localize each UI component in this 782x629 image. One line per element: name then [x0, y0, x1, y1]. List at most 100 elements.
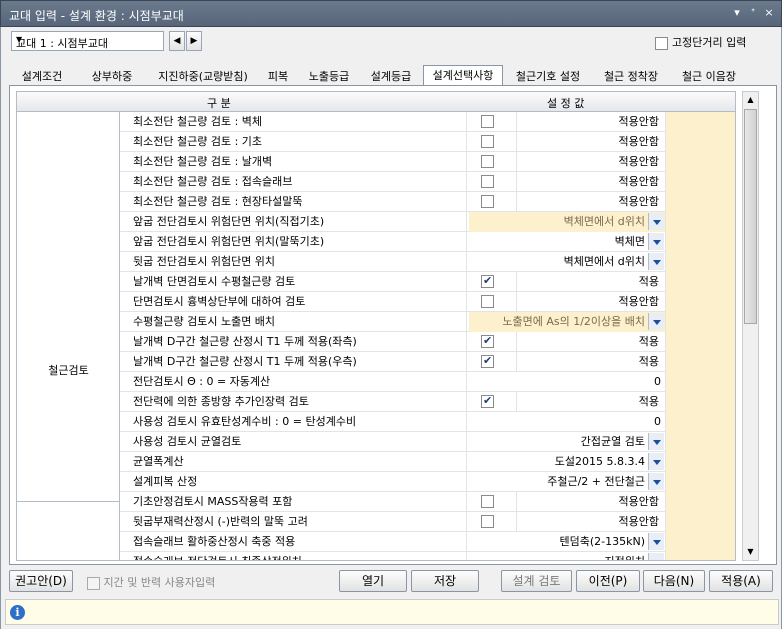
scroll-up-icon[interactable]: ▲: [743, 92, 758, 108]
vertical-scrollbar[interactable]: ▲ ▼: [742, 91, 759, 561]
tab-3[interactable]: 지진하중(교량받침): [150, 68, 256, 86]
row-extra-cell: [665, 172, 735, 192]
row-number-input[interactable]: 0: [469, 412, 665, 432]
row-checkbox[interactable]: [481, 115, 494, 128]
dropdown-icon[interactable]: ▾: [730, 5, 744, 21]
chevron-down-icon[interactable]: [648, 313, 664, 330]
grid-header: 구 분 설 정 값: [17, 92, 735, 112]
tab-7[interactable]: 설계선택사항: [423, 65, 503, 87]
row-checkbox[interactable]: [481, 495, 494, 508]
grid-row: 최소전단 철근량 검토 : 날개벽 적용안함: [17, 152, 735, 172]
apply-button[interactable]: 적용(A): [709, 570, 773, 592]
fixed-distance-toggle[interactable]: 고정단거리 입력: [651, 34, 746, 50]
row-check-cell: [469, 192, 517, 212]
grid-row: 균열폭계산 도설2015 5.8.3.4: [17, 452, 735, 472]
row-value: 간접균열 검토: [580, 435, 645, 448]
row-label: 앞굽 전단검토시 위험단면 위치(말뚝기초): [121, 232, 467, 252]
chevron-down-icon[interactable]: [648, 473, 664, 490]
chevron-down-icon[interactable]: [648, 533, 664, 550]
row-dropdown[interactable]: 벽체면에서 d위치: [469, 212, 665, 232]
tab-8[interactable]: 철근기호 설정: [505, 68, 591, 86]
row-label: 사용성 검토시 균열검토: [121, 432, 467, 452]
tab-9[interactable]: 철근 정착장: [593, 68, 669, 86]
row-checkbox[interactable]: [481, 274, 494, 288]
row-check-cell: [469, 332, 517, 352]
row-dropdown[interactable]: 텐덤축(2-135kN): [469, 532, 665, 552]
row-number-input[interactable]: 0: [469, 372, 665, 392]
row-label: 뒷굽부재력산정시 (-)반력의 말뚝 고려: [121, 512, 467, 532]
tab-panel: 구 분 설 정 값 최소전단 철근량 검토 : 벽체 적용안함최소전단 철근량 검…: [9, 85, 777, 565]
tab-5[interactable]: 노출등급: [299, 68, 359, 86]
row-checkbox[interactable]: [481, 175, 494, 188]
row-dropdown[interactable]: 도설2015 5.8.3.4: [469, 452, 665, 472]
next-abutment-button[interactable]: ▶: [186, 31, 202, 51]
chevron-down-icon[interactable]: [648, 453, 664, 470]
row-dropdown[interactable]: 주철근/2 + 전단철근: [469, 472, 665, 492]
row-value: 벽체면: [614, 235, 645, 248]
tab-6[interactable]: 설계등급: [363, 68, 419, 86]
row-label: 최소전단 철근량 검토 : 현장타설말뚝: [121, 192, 467, 212]
grid-row: 기초안정검토시 MASS작용력 포함 적용안함: [17, 492, 735, 512]
row-dropdown[interactable]: 벽체면에서 d위치: [469, 252, 665, 272]
row-value: 적용안함: [618, 515, 659, 528]
row-dropdown[interactable]: 지점위치: [469, 552, 665, 560]
row-extra-cell: [665, 132, 735, 152]
row-label: 기초안정검토시 MASS작용력 포함: [121, 492, 467, 512]
row-dropdown[interactable]: 노출면에 As의 1/2이상을 배치: [469, 312, 665, 332]
chevron-down-icon[interactable]: [648, 213, 664, 230]
row-dropdown[interactable]: 간접균열 검토: [469, 432, 665, 452]
tab-10[interactable]: 철근 이음장: [671, 68, 747, 86]
next-button[interactable]: 다음(N): [643, 570, 705, 592]
row-checkbox[interactable]: [481, 135, 494, 148]
row-extra-cell: [665, 212, 735, 232]
grid-row: 최소전단 철근량 검토 : 벽체 적용안함: [17, 112, 735, 132]
grid-row: 수평철근량 검토시 노출면 배치 노출면에 As의 1/2이상을 배치: [17, 312, 735, 332]
abutment-selector[interactable]: 교대 1 : 시점부교대 ▼: [11, 31, 164, 51]
scroll-thumb[interactable]: [744, 109, 757, 324]
row-extra-cell: [665, 412, 735, 432]
pin-icon[interactable]: ᐩ: [746, 5, 760, 21]
chevron-down-icon[interactable]: [648, 253, 664, 270]
window-body: 교대 1 : 시점부교대 ▼ ◀ ▶ 고정단거리 입력 설계조건 상부하중 지진하중…: [0, 27, 782, 629]
row-label: 접속슬래브 전단검토시 최종상전위치: [121, 552, 467, 560]
row-value: 적용: [638, 335, 659, 348]
row-checkbox[interactable]: [481, 334, 494, 348]
row-extra-cell: [665, 492, 735, 512]
chevron-down-icon[interactable]: [648, 433, 664, 450]
recommend-button[interactable]: 권고안(D): [9, 570, 73, 592]
row-check-cell: [469, 272, 517, 292]
row-extra-cell: [665, 332, 735, 352]
chevron-down-icon: ▼: [16, 35, 23, 44]
tab-2[interactable]: 상부하중: [77, 68, 147, 86]
prev-abutment-button[interactable]: ◀: [169, 31, 185, 51]
design-check-button[interactable]: 설계 검토: [501, 570, 572, 592]
row-checkbox[interactable]: [481, 354, 494, 368]
row-checkbox[interactable]: [481, 295, 494, 308]
row-check-cell: [469, 172, 517, 192]
chevron-down-icon[interactable]: [648, 233, 664, 250]
chevron-down-icon[interactable]: [648, 553, 664, 560]
save-button[interactable]: 저장: [411, 570, 479, 592]
row-extra-cell: [665, 352, 735, 372]
tab-1[interactable]: 설계조건: [9, 68, 75, 86]
member-reaction-label: 지간 및 반력 사용자입력: [103, 576, 216, 589]
open-button[interactable]: 열기: [339, 570, 407, 592]
grid-row: 단면검토시 흉벽상단부에 대하여 검토 적용안함: [17, 292, 735, 312]
row-value: 적용안함: [618, 135, 659, 148]
row-checkbox[interactable]: [481, 155, 494, 168]
row-checkbox[interactable]: [481, 515, 494, 528]
scroll-down-icon[interactable]: ▼: [743, 544, 758, 560]
row-dropdown[interactable]: 벽체면: [469, 232, 665, 252]
row-extra-cell: [665, 292, 735, 312]
close-icon[interactable]: ×: [762, 5, 776, 21]
row-checkbox[interactable]: [481, 195, 494, 208]
header-item: 구 분: [207, 97, 231, 110]
prev-button[interactable]: 이전(P): [576, 570, 640, 592]
header-value: 설 정 값: [547, 97, 585, 110]
row-checkbox[interactable]: [481, 394, 494, 408]
row-label: 균열폭계산: [121, 452, 467, 472]
row-value: 적용안함: [618, 495, 659, 508]
tab-4[interactable]: 피복: [259, 68, 297, 86]
row-extra-cell: [665, 512, 735, 532]
fixed-distance-checkbox[interactable]: [655, 36, 668, 50]
